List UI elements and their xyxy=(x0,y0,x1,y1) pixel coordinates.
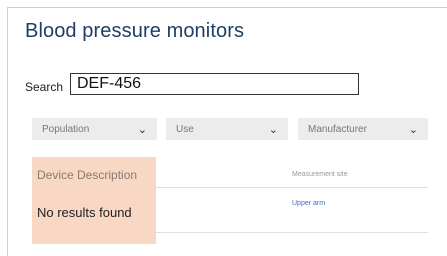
table-divider xyxy=(156,187,428,188)
chevron-down-icon: ⌄ xyxy=(408,123,418,136)
measurement-site-link[interactable]: Upper arm xyxy=(292,200,325,207)
manufacturer-filter-dropdown[interactable]: Manufacturer ⌄ xyxy=(298,118,428,140)
population-filter-label: Population xyxy=(42,123,90,135)
search-label: Search xyxy=(25,80,64,94)
column-header-device-description[interactable]: Device Description xyxy=(37,168,137,182)
page-title: Blood pressure monitors xyxy=(25,20,245,42)
chevron-down-icon: ⌄ xyxy=(137,123,147,136)
use-filter-dropdown[interactable]: Use ⌄ xyxy=(166,118,288,140)
use-filter-label: Use xyxy=(176,123,194,135)
chevron-down-icon: ⌄ xyxy=(268,123,278,136)
no-results-message: No results found xyxy=(37,205,132,220)
table-divider xyxy=(156,232,428,233)
population-filter-dropdown[interactable]: Population ⌄ xyxy=(32,118,157,140)
column-header-measurement-site[interactable]: Measurement site xyxy=(292,171,348,178)
manufacturer-filter-label: Manufacturer xyxy=(308,123,367,135)
search-input[interactable] xyxy=(70,73,359,95)
